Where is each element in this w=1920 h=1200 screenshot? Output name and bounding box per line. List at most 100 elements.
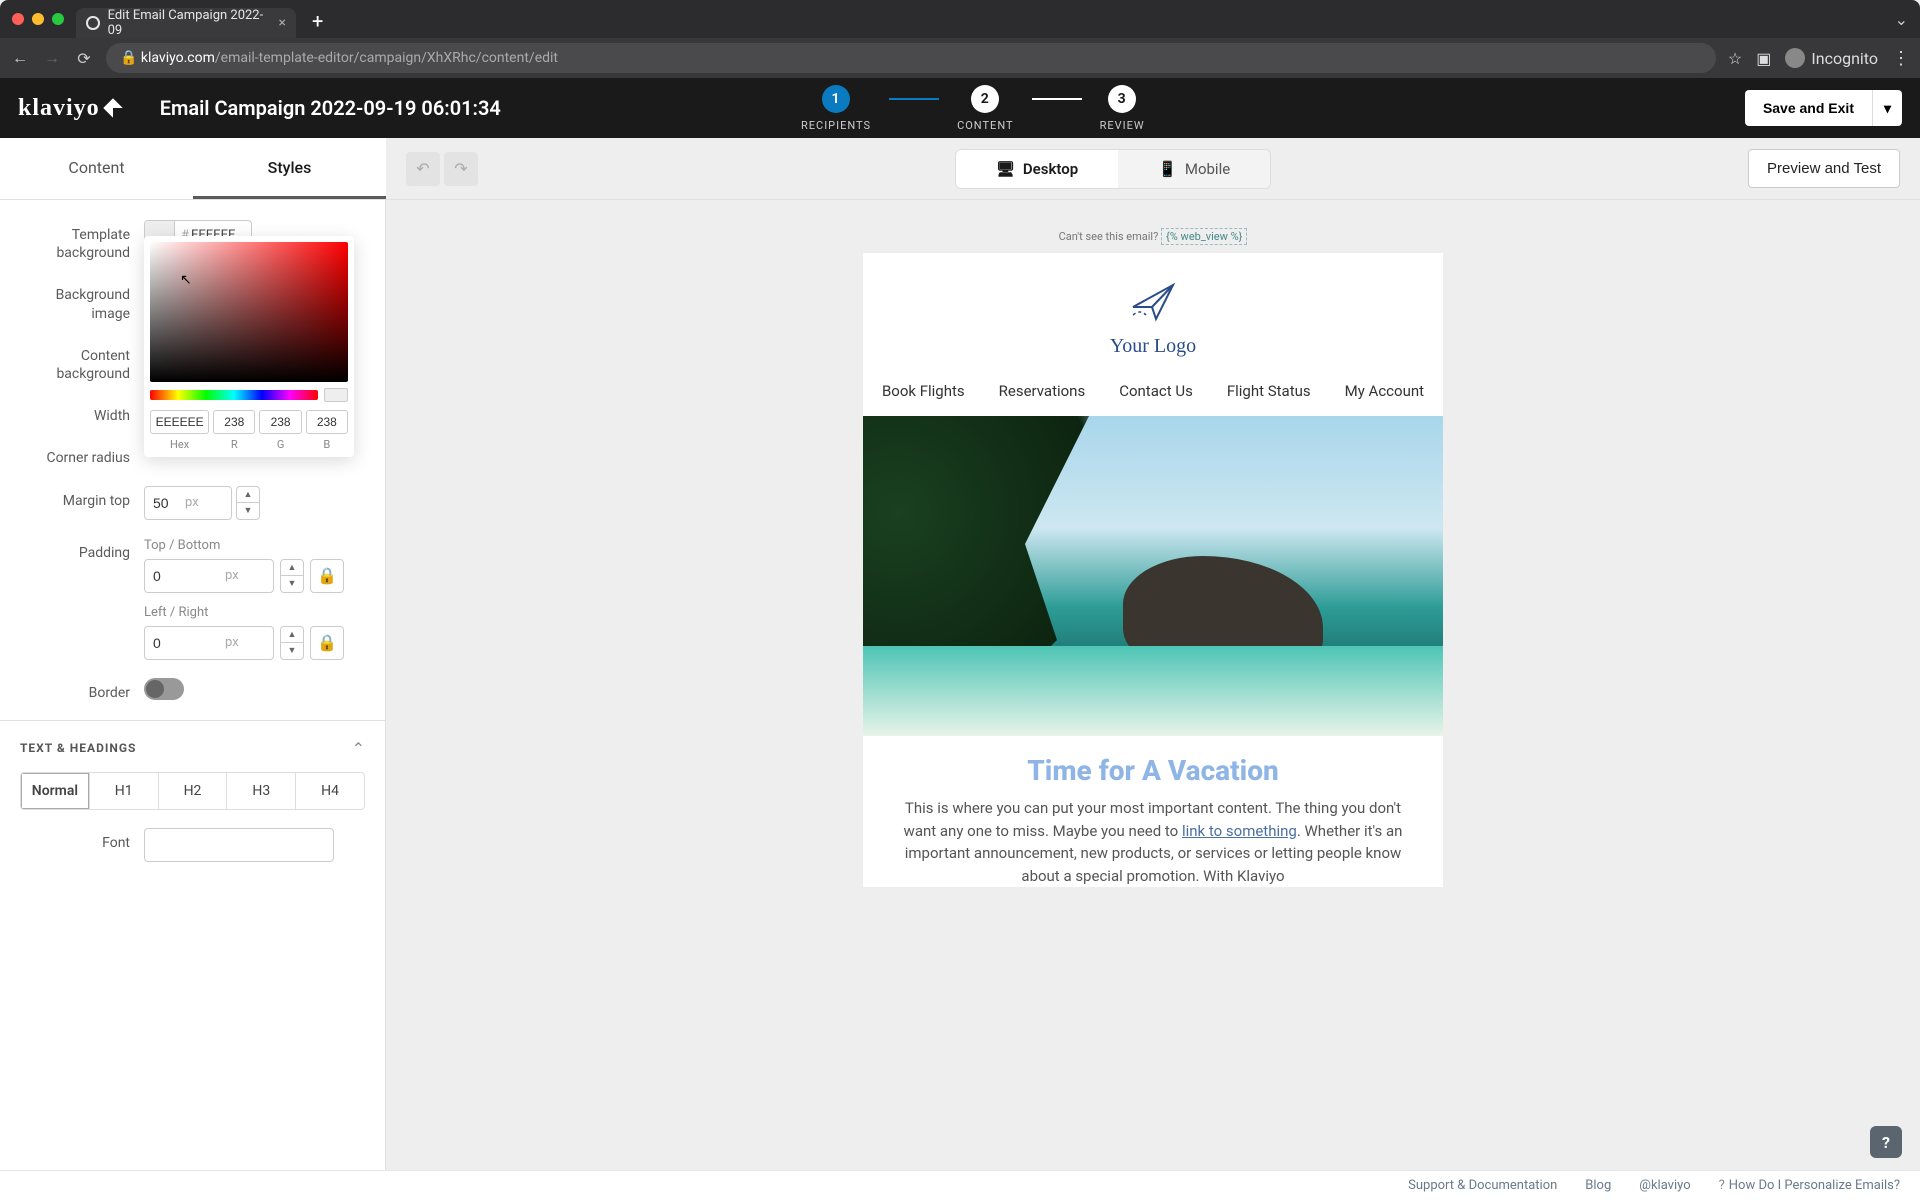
color-hue-slider[interactable]: [150, 390, 318, 400]
reload-icon[interactable]: ⟳: [74, 49, 94, 68]
minimize-window-icon[interactable]: [32, 13, 44, 25]
save-and-exit-group: Save and Exit ▾: [1745, 90, 1902, 126]
address-bar[interactable]: 🔒 klaviyo.com /email-template-editor/cam…: [106, 43, 1716, 73]
save-and-exit-button[interactable]: Save and Exit: [1745, 90, 1872, 126]
text-tab-normal[interactable]: Normal: [21, 773, 90, 809]
padding-tb-stepper[interactable]: ▲▼: [280, 559, 304, 593]
color-r-input[interactable]: [213, 410, 255, 434]
device-toggle: 🖥 Desktop 📱 Mobile: [955, 149, 1271, 189]
footer-support-link[interactable]: Support & Documentation: [1408, 1178, 1557, 1193]
bookmark-star-icon[interactable]: ☆: [1728, 49, 1742, 68]
email-nav[interactable]: Book Flights Reservations Contact Us Fli…: [863, 372, 1443, 416]
padding-lr-field: px: [144, 626, 274, 660]
padding-tb-label: Top / Bottom: [144, 538, 365, 553]
tab-styles[interactable]: Styles: [193, 138, 386, 199]
color-b-input[interactable]: [306, 410, 348, 434]
nav-link[interactable]: Contact Us: [1119, 382, 1193, 400]
footer-bar: Support & Documentation Blog @klaviyo ?H…: [0, 1170, 1920, 1200]
help-fab-icon[interactable]: ?: [1870, 1126, 1902, 1158]
email-hero-image[interactable]: [863, 416, 1443, 736]
extensions-icon[interactable]: ▣: [1756, 49, 1771, 68]
tab-content[interactable]: Content: [0, 138, 193, 199]
mobile-icon: 📱: [1158, 160, 1177, 178]
preview-and-test-button[interactable]: Preview and Test: [1748, 149, 1900, 188]
browser-tab-bar: Edit Email Campaign 2022-09 × + ⌄: [0, 0, 1920, 38]
save-exit-dropdown-icon[interactable]: ▾: [1872, 90, 1902, 126]
template-bg-label: Template background: [20, 220, 130, 262]
width-label: Width: [20, 401, 130, 425]
color-picker-popout: ↖ Hex R G: [144, 236, 354, 457]
background-image-label: Background image: [20, 280, 130, 322]
padding-tb-lock-icon[interactable]: 🔒: [310, 559, 344, 593]
text-tab-h3[interactable]: H3: [227, 773, 296, 809]
nav-link[interactable]: My Account: [1345, 382, 1424, 400]
tab-overflow-icon[interactable]: ⌄: [1895, 10, 1908, 29]
lock-icon: 🔒: [120, 50, 141, 66]
brand-logo[interactable]: klaviyo: [18, 95, 120, 122]
wizard-step-recipients[interactable]: 1 RECIPIENTS: [801, 85, 871, 132]
email-logo-block[interactable]: Your Logo: [863, 253, 1443, 372]
padding-tb-input[interactable]: [145, 568, 225, 584]
email-headline[interactable]: Time for A Vacation: [863, 736, 1443, 797]
padding-lr-label: Left / Right: [144, 605, 365, 620]
device-desktop-button[interactable]: 🖥 Desktop: [956, 150, 1118, 188]
new-tab-icon[interactable]: +: [312, 9, 323, 33]
email-preview: Can't see this email? {% web_view %} You…: [863, 230, 1443, 1140]
editor-toolbar: Content Styles ↶ ↷ 🖥 Desktop 📱 Mobile Pr…: [0, 138, 1920, 200]
corner-radius-label: Corner radius: [20, 443, 130, 467]
border-label: Border: [20, 678, 130, 702]
email-canvas[interactable]: Can't see this email? {% web_view %} You…: [386, 200, 1920, 1170]
text-headings-section-header[interactable]: TEXT & HEADINGS ⌃: [0, 720, 385, 772]
padding-lr-input[interactable]: [145, 635, 225, 651]
font-select[interactable]: [144, 828, 334, 862]
sidebar-tabs: Content Styles: [0, 138, 386, 199]
nav-link[interactable]: Reservations: [999, 382, 1086, 400]
tab-title: Edit Email Campaign 2022-09: [108, 8, 271, 38]
desktop-icon: 🖥: [996, 160, 1015, 178]
text-tab-h2[interactable]: H2: [159, 773, 228, 809]
wizard-step-review[interactable]: 3 REVIEW: [1100, 85, 1145, 132]
color-hex-input[interactable]: [150, 410, 209, 434]
chevron-up-icon: ⌃: [352, 739, 365, 758]
wizard-connector: [1032, 98, 1082, 100]
redo-icon[interactable]: ↷: [444, 152, 478, 186]
canvas-toolbar: ↶ ↷ 🖥 Desktop 📱 Mobile Preview and Test: [386, 138, 1920, 199]
hero-waves-graphic: [863, 646, 1443, 736]
color-g-input[interactable]: [259, 410, 301, 434]
nav-link[interactable]: Flight Status: [1227, 382, 1311, 400]
email-body-text[interactable]: This is where you can put your most impo…: [863, 797, 1443, 887]
footer-blog-link[interactable]: Blog: [1585, 1178, 1611, 1193]
browser-menu-icon[interactable]: ⋮: [1892, 48, 1910, 69]
nav-link[interactable]: Book Flights: [882, 382, 965, 400]
text-tab-h4[interactable]: H4: [296, 773, 364, 809]
email-body-link[interactable]: link to something: [1182, 822, 1297, 840]
padding-lr-stepper[interactable]: ▲▼: [280, 626, 304, 660]
footer-handle-link[interactable]: @klaviyo: [1639, 1178, 1690, 1193]
paper-plane-icon: [1128, 277, 1178, 327]
back-icon[interactable]: ←: [10, 48, 30, 68]
text-tab-h1[interactable]: H1: [90, 773, 159, 809]
tab-close-icon[interactable]: ×: [279, 15, 286, 31]
wizard-step-content[interactable]: 2 CONTENT: [957, 85, 1014, 132]
margin-top-stepper[interactable]: ▲ ▼: [236, 486, 260, 520]
footer-personalize-link[interactable]: ?How Do I Personalize Emails?: [1719, 1178, 1900, 1193]
browser-tab[interactable]: Edit Email Campaign 2022-09 ×: [76, 8, 296, 38]
margin-top-input[interactable]: [145, 495, 185, 511]
stepper-down-icon[interactable]: ▼: [237, 503, 259, 519]
undo-icon[interactable]: ↶: [406, 152, 440, 186]
template-tag[interactable]: {% web_view %}: [1161, 228, 1247, 245]
color-b-label: B: [323, 438, 330, 451]
font-label: Font: [20, 828, 130, 852]
wizard-steps: 1 RECIPIENTS 2 CONTENT 3 REVIEW: [801, 85, 1145, 132]
border-toggle[interactable]: [144, 678, 184, 700]
margin-top-unit: px: [185, 495, 199, 510]
padding-lr-lock-icon[interactable]: 🔒: [310, 626, 344, 660]
stepper-up-icon[interactable]: ▲: [237, 487, 259, 504]
color-preview-swatch: [324, 388, 348, 402]
content-bg-label: Content background: [20, 341, 130, 383]
device-mobile-button[interactable]: 📱 Mobile: [1118, 150, 1270, 188]
maximize-window-icon[interactable]: [52, 13, 64, 25]
close-window-icon[interactable]: [12, 13, 24, 25]
color-saturation-field[interactable]: ↖: [150, 242, 348, 382]
color-r-label: R: [231, 438, 238, 451]
